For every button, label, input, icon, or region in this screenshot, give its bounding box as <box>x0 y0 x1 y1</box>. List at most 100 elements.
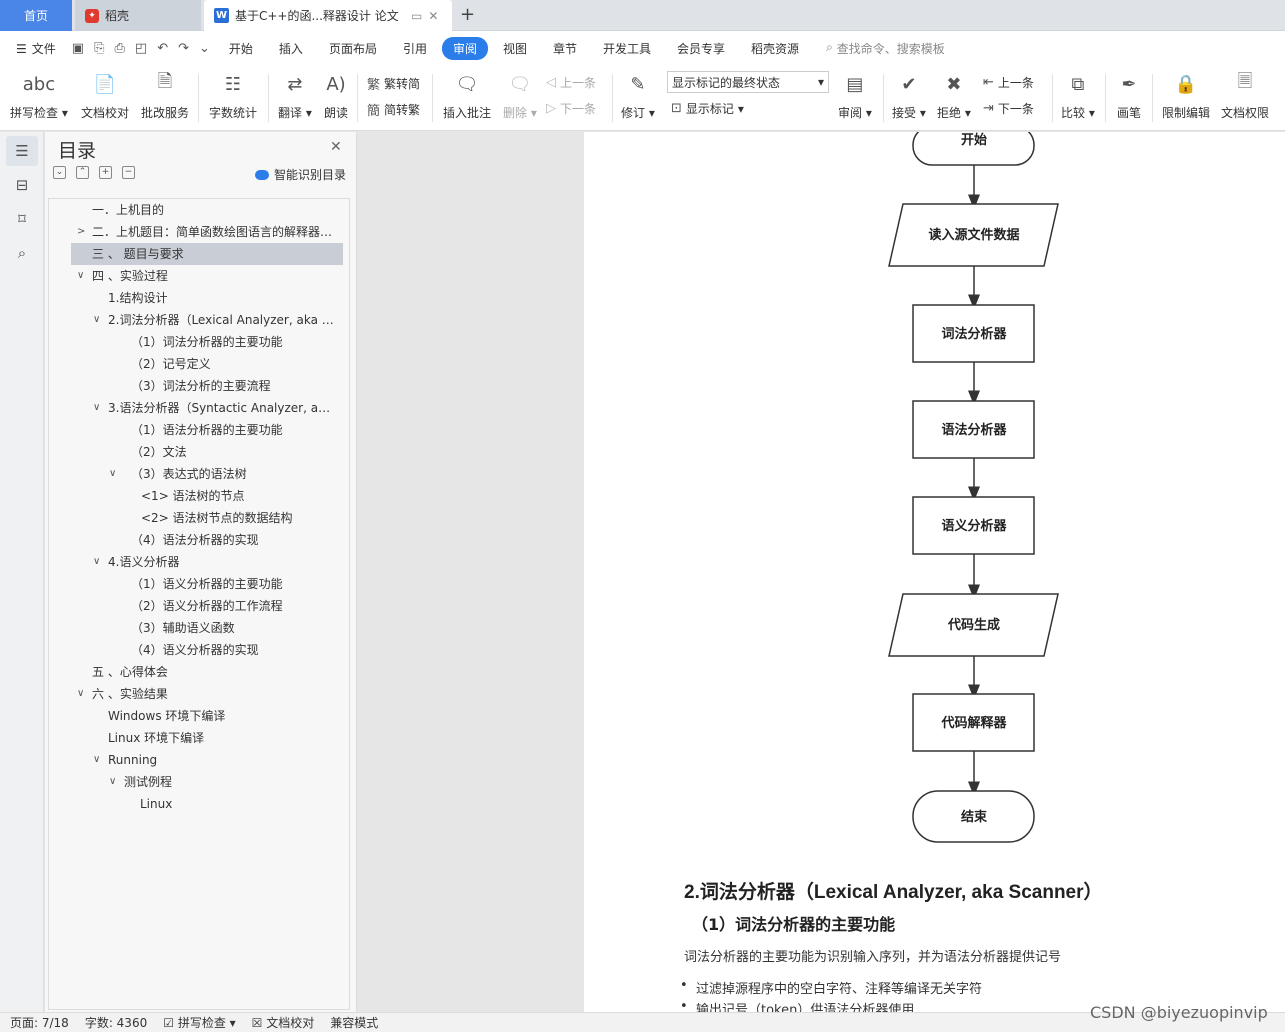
menu-tab-developer[interactable]: 开发工具 <box>592 37 662 60</box>
save-icon[interactable]: ▣ <box>72 41 84 56</box>
chevron-down-icon[interactable]: ∨ <box>77 265 84 287</box>
menu-tab-layout[interactable]: 页面布局 <box>318 37 388 60</box>
toc-item[interactable]: 六 、实验结果 <box>92 683 342 705</box>
command-search[interactable]: ⌕ 查找命令、搜索模板 <box>826 40 945 57</box>
restrict-edit-button[interactable]: 🔒 限制编辑 <box>1162 70 1210 121</box>
toc-item[interactable]: 五 、心得体会 <box>92 661 342 683</box>
markup-state-select[interactable]: 显示标记的最终状态 ▾ <box>667 71 829 93</box>
word-count[interactable]: 字数: 4360 <box>85 1014 147 1031</box>
delete-comment-button[interactable]: 🗨 删除 ▾ <box>503 70 537 121</box>
read-aloud-button[interactable]: A) 朗读 <box>323 70 349 121</box>
toc-item-selected[interactable]: 三 、 题目与要求 <box>71 243 343 265</box>
toc-item[interactable]: （2）记号定义 <box>131 353 341 375</box>
menu-tab-section[interactable]: 章节 <box>542 37 588 60</box>
search-icon[interactable]: ⌕ <box>6 238 38 268</box>
smart-toc-button[interactable]: 智能识别目录 <box>255 166 346 183</box>
page-count[interactable]: 页面: 7/18 <box>10 1014 69 1031</box>
reject-button[interactable]: ✖ 拒绝 ▾ <box>937 70 971 121</box>
toc-item[interactable]: <1> 语法树的节点 <box>141 485 341 507</box>
toc-item[interactable]: Windows 环境下编译 <box>108 705 342 727</box>
toc-item[interactable]: （3）词法分析的主要流程 <box>131 375 341 397</box>
toc-item[interactable]: （4）语义分析器的实现 <box>131 639 341 661</box>
word-count-button[interactable]: ☷ 字数统计 <box>209 70 257 121</box>
chevron-down-icon[interactable]: ∨ <box>93 397 100 419</box>
doc-proof-button[interactable]: 📄 文档校对 <box>81 70 129 121</box>
insert-comment-button[interactable]: 🗨 插入批注 <box>443 70 491 121</box>
prev-comment-button[interactable]: ◁ 上一条 <box>546 74 596 91</box>
export-pdf-icon[interactable]: ⎘ <box>94 41 104 56</box>
prev-change-button[interactable]: ⇤ 上一条 <box>983 74 1034 91</box>
track-changes-button[interactable]: ✎ 修订 ▾ <box>621 70 655 121</box>
print-preview-icon[interactable]: ◰ <box>135 41 147 56</box>
compare-button[interactable]: ⧉ 比较 ▾ <box>1061 70 1095 121</box>
status-spell-check[interactable]: ☑ 拼写检查 ▾ <box>163 1014 235 1031</box>
translate-button[interactable]: ⇄ 翻译 ▾ <box>278 70 312 121</box>
toc-item[interactable]: 1.结构设计 <box>108 287 342 309</box>
menu-tab-start[interactable]: 开始 <box>218 37 264 60</box>
tab-close-icon[interactable]: ✕ <box>428 9 438 23</box>
toc-item[interactable]: （2）文法 <box>131 441 341 463</box>
toc-item[interactable]: （1）语义分析器的主要功能 <box>131 573 341 595</box>
toc-icon[interactable]: ☰ <box>6 136 38 166</box>
toc-item[interactable]: <2> 语法树节点的数据结构 <box>141 507 341 529</box>
chevron-right-icon[interactable]: > <box>77 221 85 243</box>
close-icon[interactable]: ✕ <box>330 139 342 155</box>
tab-monitor-icon[interactable]: ▭ <box>411 9 422 23</box>
next-comment-button[interactable]: ▷ 下一条 <box>546 100 596 117</box>
spell-check-button[interactable]: abc 拼写检查 ▾ <box>10 70 68 121</box>
toc-item[interactable]: （2）语义分析器的工作流程 <box>131 595 341 617</box>
pen-button[interactable]: ✒ 画笔 <box>1116 70 1142 121</box>
revise-service-button[interactable]: 🗎 批改服务 <box>141 70 189 121</box>
simp-to-trad-button[interactable]: 簡简转繁 <box>367 100 420 119</box>
toc-item[interactable]: （1）语法分析器的主要功能 <box>131 419 341 441</box>
chapter-nav-icon[interactable]: ⊟ <box>6 170 38 200</box>
tab-document[interactable]: W 基于C++的函...释器设计 论文 ▭ ✕ <box>204 0 452 31</box>
toc-item[interactable]: Linux <box>140 793 340 815</box>
trad-to-simp-button[interactable]: 繁繁转简 <box>367 74 420 93</box>
menu-tab-insert[interactable]: 插入 <box>268 37 314 60</box>
chevron-down-icon[interactable]: ∨ <box>77 683 84 705</box>
menu-tab-review[interactable]: 审阅 <box>441 37 488 60</box>
remove-icon[interactable]: − <box>122 166 135 179</box>
toc-item[interactable]: Running <box>108 749 342 771</box>
menu-tab-member[interactable]: 会员专享 <box>666 37 736 60</box>
toc-item[interactable]: 3.语法分析器（Syntactic Analyzer, aka Parser） <box>108 397 336 419</box>
menu-tab-daoke-resources[interactable]: 稻壳资源 <box>740 37 810 60</box>
toc-item[interactable]: 一．上机目的 <box>92 199 342 221</box>
chevron-down-icon[interactable]: ∨ <box>93 309 100 331</box>
collapse-icon[interactable]: ⌃ <box>76 166 89 179</box>
accept-button[interactable]: ✔ 接受 ▾ <box>892 70 926 121</box>
review-pane-button[interactable]: ▤ 审阅 ▾ <box>838 70 872 121</box>
menu-tab-view[interactable]: 视图 <box>492 37 538 60</box>
more-icon[interactable]: ⌄ <box>199 41 210 56</box>
chevron-down-icon[interactable]: ∨ <box>93 551 100 573</box>
toc-item[interactable]: （3）表达式的语法树 <box>131 463 341 485</box>
new-tab-icon[interactable]: + <box>460 4 475 25</box>
toc-item[interactable]: （3）辅助语义函数 <box>131 617 341 639</box>
undo-icon[interactable]: ↶ <box>157 41 168 56</box>
toc-item[interactable]: 二．上机题目：简单函数绘图语言的解释器设计 <box>92 221 342 243</box>
tab-daoke[interactable]: ✦ 稻壳 <box>75 0 201 31</box>
print-icon[interactable]: ⎙ <box>114 41 124 56</box>
chevron-down-icon[interactable]: ∨ <box>93 749 100 771</box>
next-change-button[interactable]: ⇥ 下一条 <box>983 100 1034 117</box>
doc-permission-button[interactable]: 🗏 文档权限 <box>1221 70 1269 121</box>
toc-item[interactable]: （4）语法分析器的实现 <box>131 529 341 551</box>
toc-item[interactable]: （1）词法分析器的主要功能 <box>131 331 341 353</box>
tab-home[interactable]: 首页 <box>0 0 72 31</box>
redo-icon[interactable]: ↷ <box>178 41 189 56</box>
show-markup-button[interactable]: ⊡ 显示标记 ▾ <box>671 100 744 117</box>
toc-item[interactable]: Linux 环境下编译 <box>108 727 342 749</box>
toc-item[interactable]: 测试例程 <box>124 771 342 793</box>
status-doc-proof[interactable]: ☒ 文档校对 <box>252 1014 315 1031</box>
chevron-down-icon[interactable]: ∨ <box>109 463 116 485</box>
add-icon[interactable]: + <box>99 166 112 179</box>
chevron-down-icon[interactable]: ∨ <box>109 771 116 793</box>
toc-item[interactable]: 四 、实验过程 <box>92 265 342 287</box>
file-menu[interactable]: ☰ 文件 <box>0 40 66 57</box>
toc-item[interactable]: 4.语义分析器 <box>108 551 336 573</box>
toc-item[interactable]: 2.词法分析器（Lexical Analyzer, aka Scanner） <box>108 309 336 331</box>
expand-icon[interactable]: ⌄ <box>53 166 66 179</box>
bookmark-icon[interactable]: ⌑ <box>6 204 38 234</box>
menu-tab-references[interactable]: 引用 <box>392 37 438 60</box>
